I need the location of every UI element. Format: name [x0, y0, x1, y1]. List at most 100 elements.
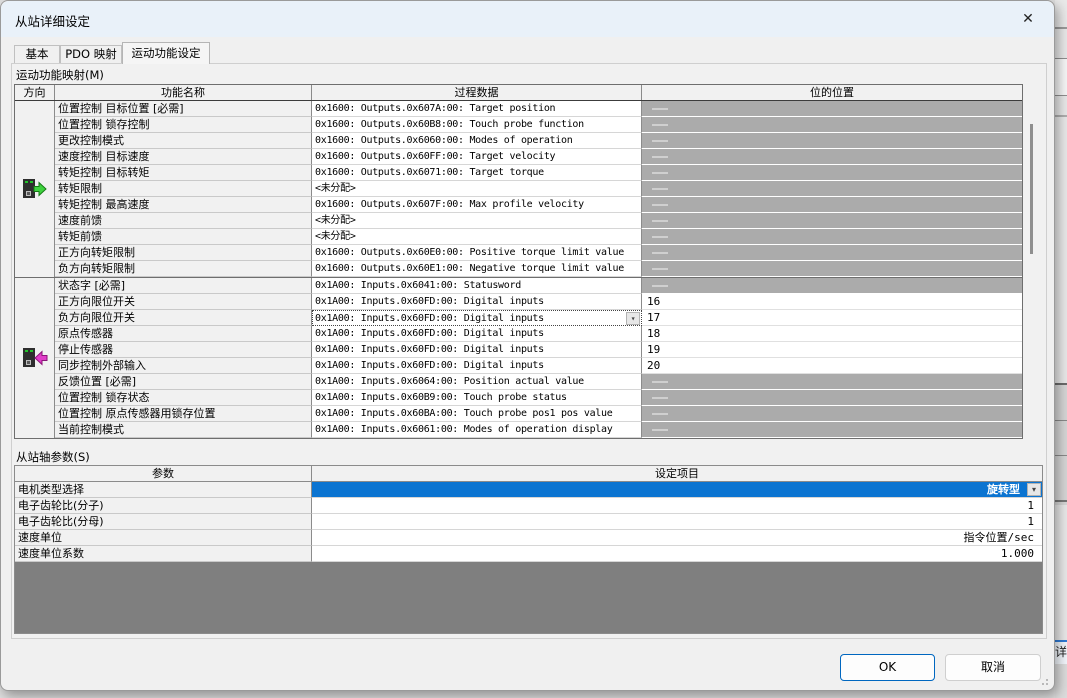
- unassigned-dash: [652, 140, 668, 142]
- function-name-cell: 转矩限制: [55, 181, 312, 197]
- process-data-cell[interactable]: 0x1A00: Inputs.0x60BA:00: Touch probe po…: [312, 406, 642, 422]
- bit-position-cell[interactable]: 19: [642, 342, 1022, 358]
- process-data-cell[interactable]: 0x1A00: Inputs.0x6064:00: Position actua…: [312, 374, 642, 390]
- title-bar[interactable]: 从站详细设定 ✕: [1, 1, 1054, 37]
- motion-table-body: 位置控制 目标位置 [必需]0x1600: Outputs.0x607A:00:…: [15, 101, 1022, 438]
- bit-position-cell: [642, 213, 1022, 229]
- process-data-cell[interactable]: <未分配>: [312, 181, 642, 197]
- function-name-cell: 当前控制模式: [55, 422, 312, 438]
- background-divider: [1055, 455, 1067, 456]
- process-data-cell[interactable]: 0x1A00: Inputs.0x60FD:00: Digital inputs: [312, 358, 642, 374]
- dialog-title: 从站详细设定: [15, 11, 90, 30]
- process-data-cell[interactable]: 0x1600: Outputs.0x60E1:00: Negative torq…: [312, 261, 642, 277]
- process-data-cell[interactable]: 0x1600: Outputs.0x607A:00: Target positi…: [312, 101, 642, 117]
- process-data-cell[interactable]: 0x1600: Outputs.0x6071:00: Target torque: [312, 165, 642, 181]
- process-data-text: 0x1600: Outputs.0x60FF:00: Target veloci…: [315, 151, 555, 162]
- param-value-cell[interactable]: 1: [312, 514, 1042, 530]
- process-data-cell[interactable]: 0x1600: Outputs.0x607F:00: Max profile v…: [312, 197, 642, 213]
- process-data-text: <未分配>: [315, 231, 356, 242]
- unassigned-dash: [652, 268, 668, 270]
- table-row: 正方向限位开关0x1A00: Inputs.0x60FD:00: Digital…: [55, 294, 1022, 310]
- table-row: 同步控制外部输入0x1A00: Inputs.0x60FD:00: Digita…: [55, 358, 1022, 374]
- tab-pdo-mapping[interactable]: PDO 映射: [60, 45, 122, 63]
- function-name-cell: 状态字 [必需]: [55, 278, 312, 294]
- function-name-cell: 位置控制 锁存控制: [55, 117, 312, 133]
- function-name-cell: 转矩控制 目标转矩: [55, 165, 312, 181]
- cancel-button[interactable]: 取消: [945, 654, 1041, 681]
- close-icon[interactable]: ✕: [1011, 8, 1045, 31]
- bit-position-cell[interactable]: 18: [642, 326, 1022, 342]
- table-row: 转矩前馈<未分配>: [55, 229, 1022, 245]
- process-data-cell[interactable]: 0x1A00: Inputs.0x60B9:00: Touch probe st…: [312, 390, 642, 406]
- device-input-arrow-icon: [22, 346, 48, 370]
- motion-map-label: 运动功能映射(M): [16, 67, 104, 83]
- process-data-cell[interactable]: 0x1A00: Inputs.0x60FD:00: Digital inputs…: [312, 310, 642, 326]
- process-data-cell[interactable]: 0x1600: Outputs.0x6060:00: Modes of oper…: [312, 133, 642, 149]
- function-name-cell: 正方向转矩限制: [55, 245, 312, 261]
- bit-position-cell[interactable]: 17: [642, 310, 1022, 326]
- param-table-header: 参数 设定项目: [15, 466, 1042, 482]
- param-name-cell: 电子齿轮比(分母): [15, 514, 312, 530]
- dropdown-arrow-icon[interactable]: ▾: [1027, 483, 1041, 496]
- tab-basic[interactable]: 基本: [14, 45, 60, 63]
- param-value-text: 指令位置/sec: [964, 531, 1035, 544]
- function-name-cell: 位置控制 锁存状态: [55, 390, 312, 406]
- ok-button[interactable]: OK: [840, 654, 935, 681]
- process-data-text: 0x1600: Outputs.0x60E0:00: Positive torq…: [315, 247, 624, 258]
- param-row: 电子齿轮比(分子)1: [15, 498, 1042, 514]
- table-row: 负方向限位开关0x1A00: Inputs.0x60FD:00: Digital…: [55, 310, 1022, 326]
- param-value-cell[interactable]: 指令位置/sec: [312, 530, 1042, 546]
- column-header-parameter: 参数: [15, 466, 312, 481]
- bit-position-cell: [642, 406, 1022, 422]
- direction-cell: [15, 101, 55, 277]
- unassigned-dash: [652, 381, 668, 383]
- process-data-text: 0x1A00: Inputs.0x6064:00: Position actua…: [315, 376, 584, 387]
- motion-rows: 状态字 [必需]0x1A00: Inputs.0x6041:00: Status…: [55, 278, 1022, 438]
- resize-grip[interactable]: [1038, 675, 1048, 685]
- process-data-text: 0x1600: Outputs.0x6071:00: Target torque: [315, 167, 544, 178]
- unassigned-dash: [652, 156, 668, 158]
- direction-cell: [15, 278, 55, 438]
- bit-position-cell: [642, 261, 1022, 277]
- table-row: 停止传感器0x1A00: Inputs.0x60FD:00: Digital i…: [55, 342, 1022, 358]
- tab-motion-function-settings[interactable]: 运动功能设定: [122, 42, 210, 64]
- param-row: 速度单位指令位置/sec: [15, 530, 1042, 546]
- bit-position-cell[interactable]: 16: [642, 294, 1022, 310]
- column-header-function-name: 功能名称: [55, 85, 312, 100]
- vertical-scrollbar-thumb[interactable]: [1030, 124, 1033, 254]
- bit-position-cell[interactable]: 20: [642, 358, 1022, 374]
- process-data-cell[interactable]: 0x1600: Outputs.0x60B8:00: Touch probe f…: [312, 117, 642, 133]
- bit-position-cell: [642, 245, 1022, 261]
- process-data-cell[interactable]: <未分配>: [312, 213, 642, 229]
- process-data-text: 0x1A00: Inputs.0x60FD:00: Digital inputs: [315, 313, 544, 324]
- function-name-cell: 停止传感器: [55, 342, 312, 358]
- function-name-cell: 转矩前馈: [55, 229, 312, 245]
- dropdown-arrow-icon[interactable]: ▾: [626, 312, 640, 325]
- column-header-direction: 方向: [15, 85, 55, 100]
- process-data-cell[interactable]: 0x1600: Outputs.0x60FF:00: Target veloci…: [312, 149, 642, 165]
- table-row: 原点传感器0x1A00: Inputs.0x60FD:00: Digital i…: [55, 326, 1022, 342]
- table-row: 更改控制模式0x1600: Outputs.0x6060:00: Modes o…: [55, 133, 1022, 149]
- process-data-cell[interactable]: 0x1A00: Inputs.0x60FD:00: Digital inputs: [312, 326, 642, 342]
- process-data-text: 0x1600: Outputs.0x60B8:00: Touch probe f…: [315, 119, 584, 130]
- process-data-cell[interactable]: 0x1A00: Inputs.0x60FD:00: Digital inputs: [312, 342, 642, 358]
- process-data-cell[interactable]: 0x1600: Outputs.0x60E0:00: Positive torq…: [312, 245, 642, 261]
- unassigned-dash: [652, 204, 668, 206]
- process-data-cell[interactable]: 0x1A00: Inputs.0x6041:00: Statusword: [312, 278, 642, 294]
- table-row: 位置控制 锁存控制0x1600: Outputs.0x60B8:00: Touc…: [55, 117, 1022, 133]
- process-data-cell[interactable]: 0x1A00: Inputs.0x6061:00: Modes of opera…: [312, 422, 642, 438]
- param-row: 电机类型选择旋转型▾: [15, 482, 1042, 498]
- process-data-text: 0x1A00: Inputs.0x60FD:00: Digital inputs: [315, 360, 544, 371]
- unassigned-dash: [652, 220, 668, 222]
- process-data-text: 0x1A00: Inputs.0x60BA:00: Touch probe po…: [315, 408, 612, 419]
- param-value-cell[interactable]: 旋转型▾: [312, 482, 1042, 498]
- param-value-cell[interactable]: 1.000: [312, 546, 1042, 562]
- bit-position-cell: [642, 229, 1022, 245]
- param-value-text: 1.000: [1001, 547, 1034, 560]
- param-value-cell[interactable]: 1: [312, 498, 1042, 514]
- motion-group-input: 状态字 [必需]0x1A00: Inputs.0x6041:00: Status…: [15, 277, 1022, 438]
- process-data-cell[interactable]: 0x1A00: Inputs.0x60FD:00: Digital inputs: [312, 294, 642, 310]
- table-row: 位置控制 原点传感器用锁存位置0x1A00: Inputs.0x60BA:00:…: [55, 406, 1022, 422]
- table-row: 转矩控制 目标转矩0x1600: Outputs.0x6071:00: Targ…: [55, 165, 1022, 181]
- process-data-cell[interactable]: <未分配>: [312, 229, 642, 245]
